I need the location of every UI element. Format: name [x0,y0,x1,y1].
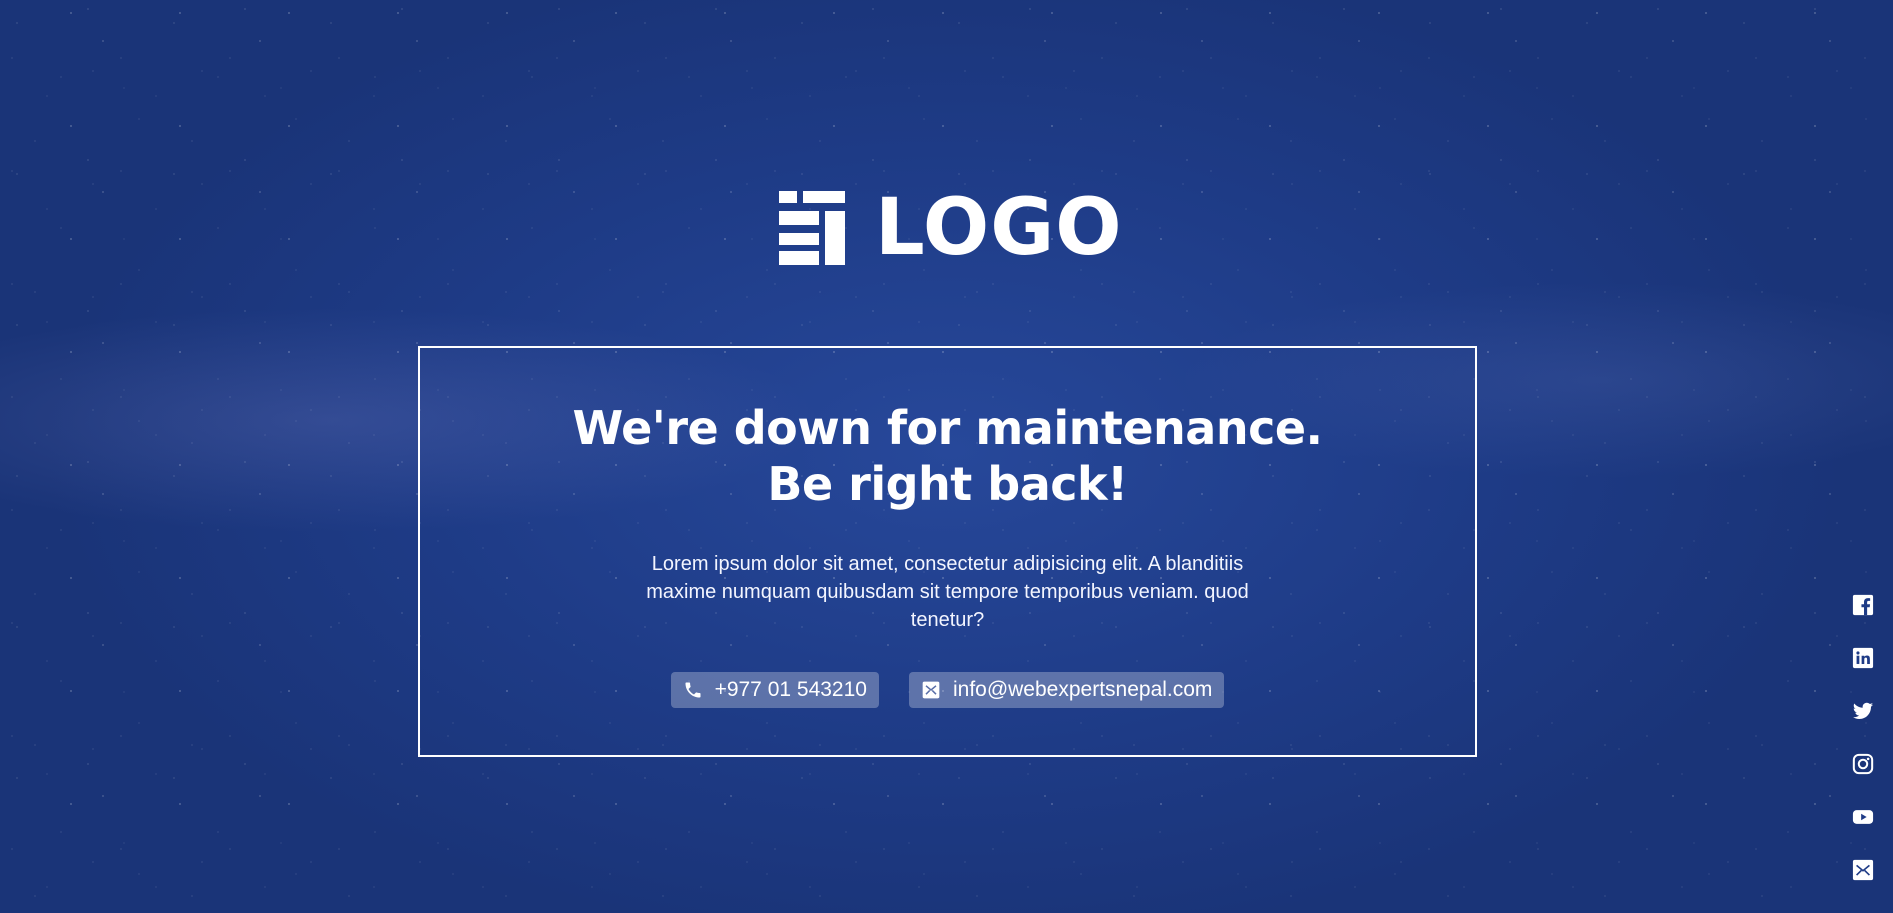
youtube-icon [1852,810,1874,824]
twitter-icon [1852,702,1874,719]
mail-icon [922,681,940,699]
maintenance-card: We're down for maintenance. Be right bac… [418,346,1477,757]
linkedin-icon [1852,647,1874,669]
logo-mark-icon [779,191,845,265]
email-contact-button[interactable]: info@webexpertsnepal.com [908,672,1225,708]
contact-links: +977 01 543210 info@webexpertsnepal.com [420,672,1475,708]
email-address: info@webexpertsnepal.com [952,678,1213,701]
maintenance-description: Lorem ipsum dolor sit amet, consectetur … [646,553,1249,631]
logo-text: LOGO [875,183,1123,273]
page-title: We're down for maintenance. Be right bac… [420,400,1475,512]
facebook-link[interactable] [1852,594,1874,616]
headline-line-1: We're down for maintenance. [572,401,1323,455]
site-logo: LOGO [779,183,1123,273]
headline-line-2: Be right back! [767,457,1128,511]
youtube-link[interactable] [1852,806,1874,828]
phone-contact-button[interactable]: +977 01 543210 [670,672,879,708]
social-links [1852,594,1874,912]
email-link[interactable] [1852,859,1874,881]
mail-icon [1852,859,1874,881]
instagram-icon [1852,753,1874,775]
phone-icon [685,682,701,698]
instagram-link[interactable] [1852,753,1874,775]
twitter-link[interactable] [1852,700,1874,722]
phone-number: +977 01 543210 [714,678,867,701]
facebook-icon [1852,594,1874,616]
linkedin-link[interactable] [1852,647,1874,669]
